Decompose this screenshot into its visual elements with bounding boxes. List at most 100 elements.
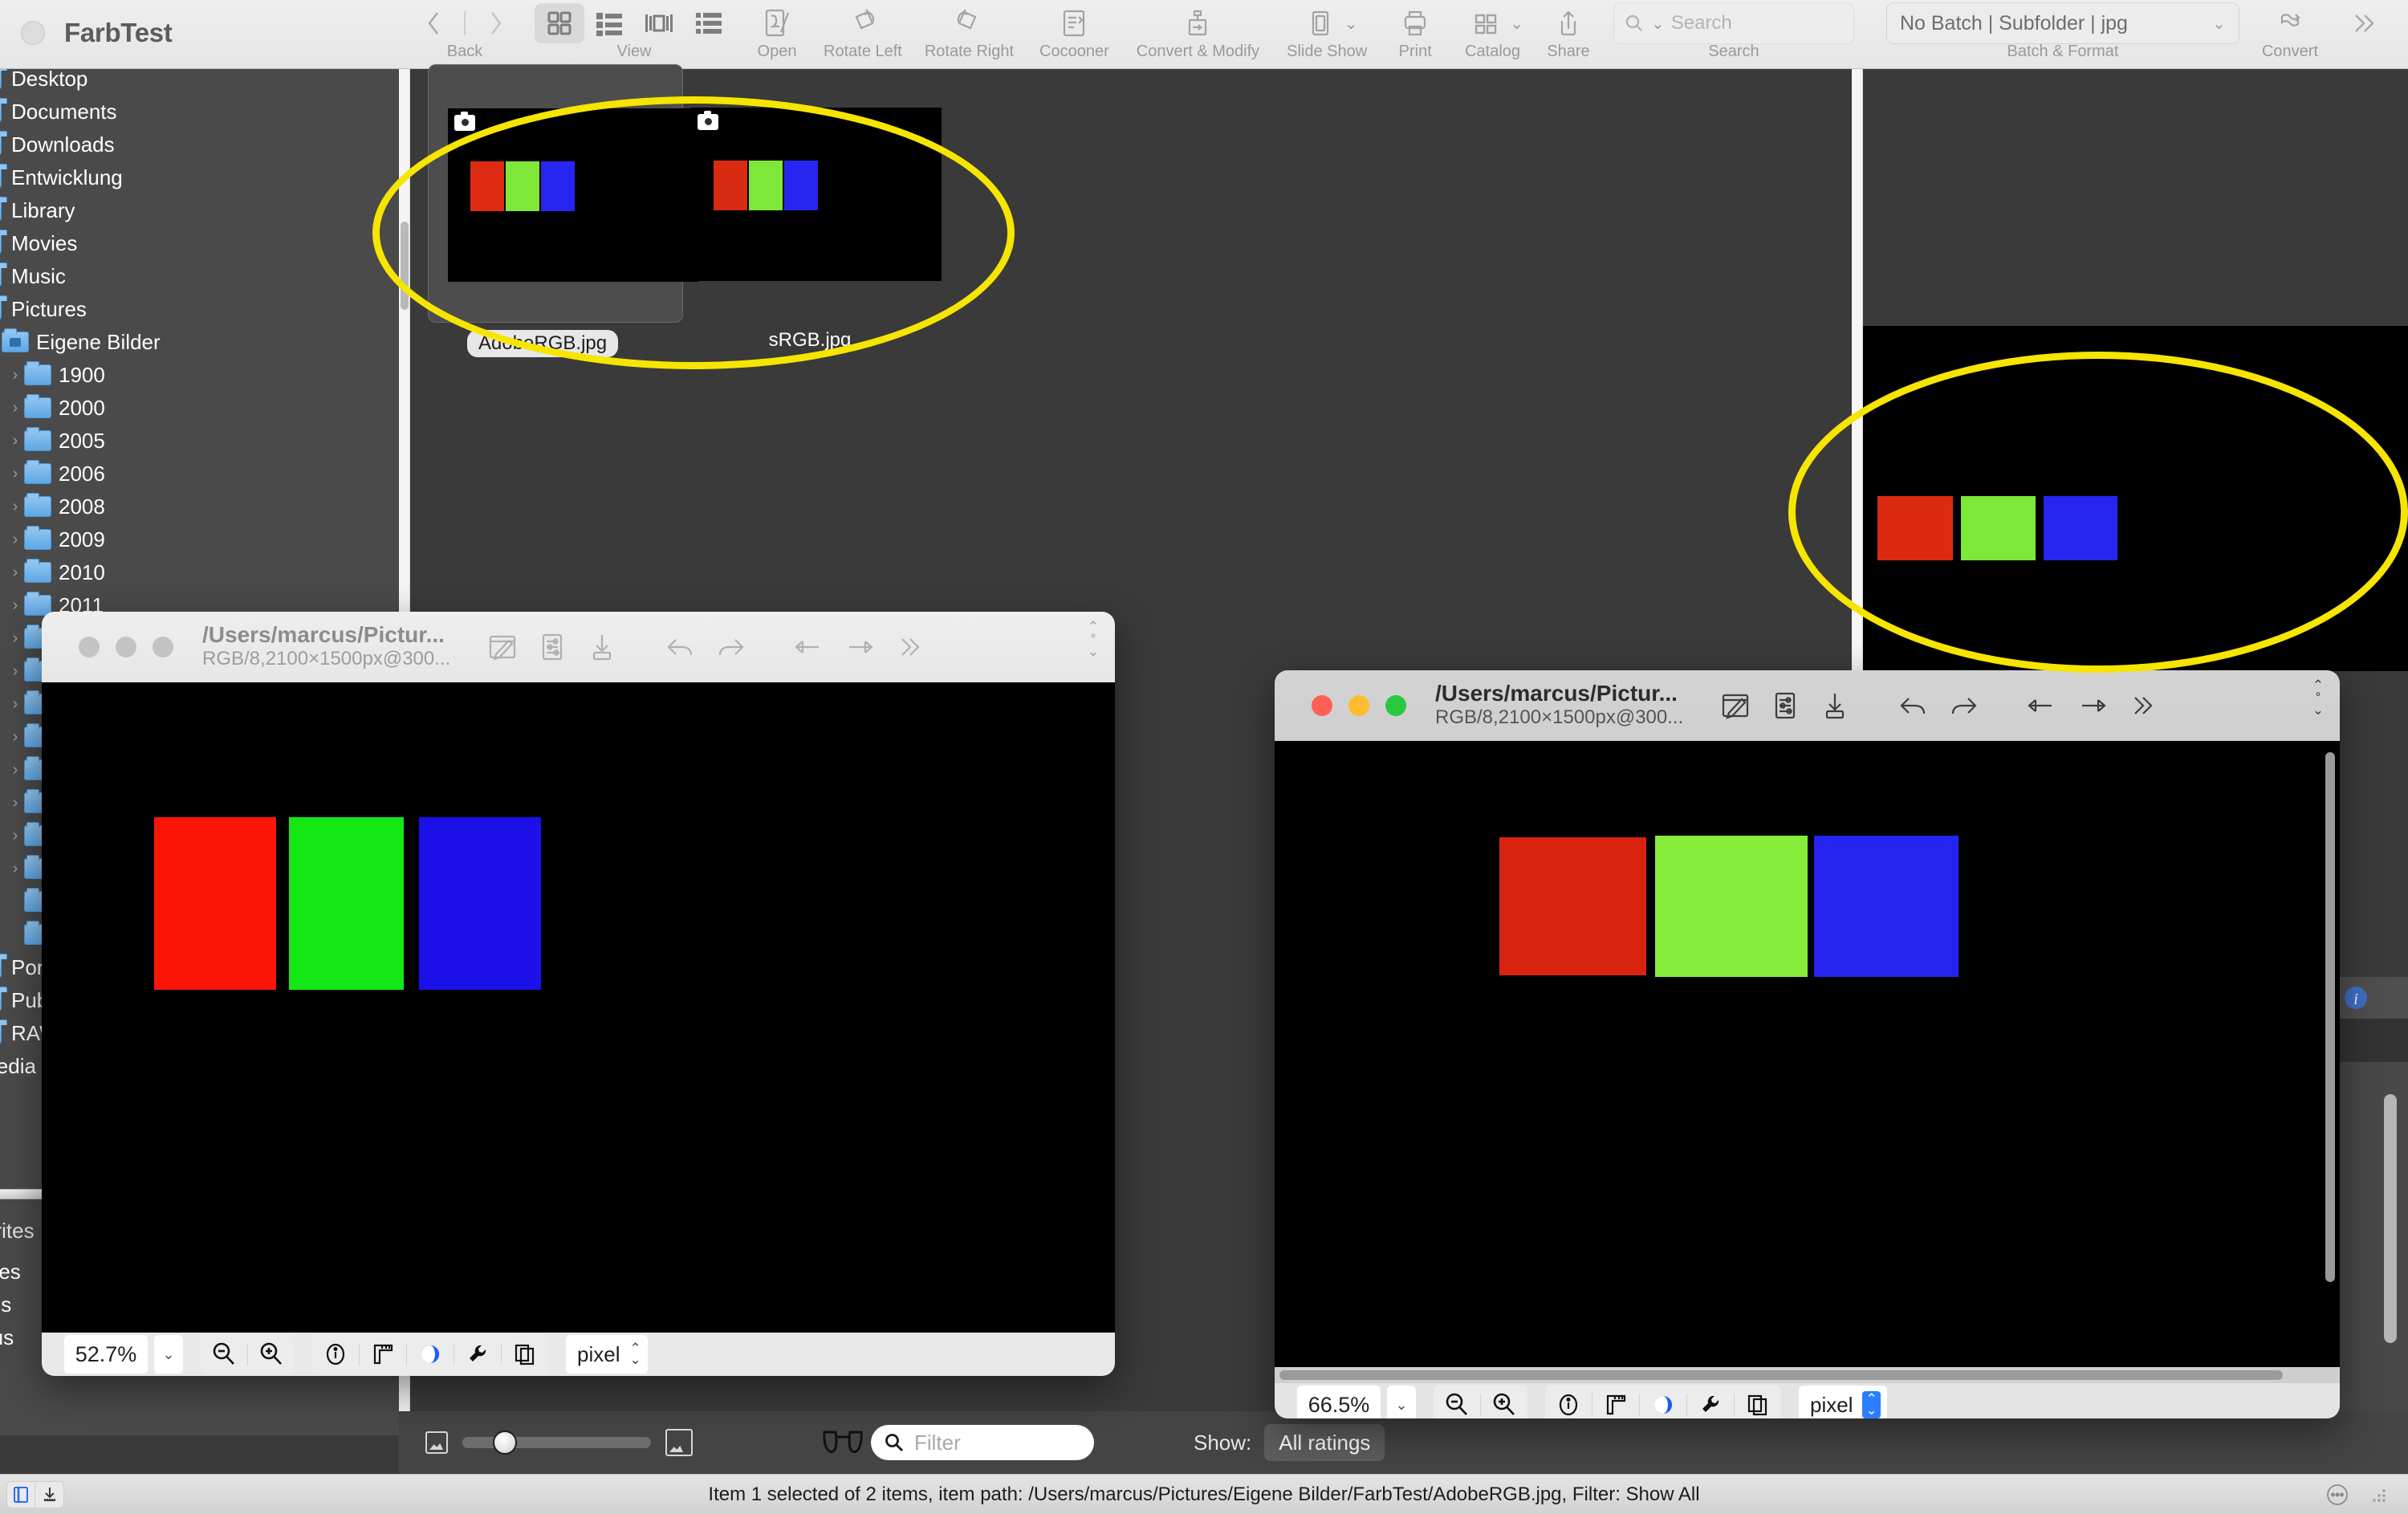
print-button[interactable] [1391,0,1439,47]
disclosure-triangle-icon[interactable]: › [6,498,24,516]
duplicate-icon[interactable] [502,1334,548,1374]
open-button[interactable] [753,0,801,47]
info-icon[interactable] [1545,1385,1592,1418]
disclosure-triangle-icon[interactable]: › [6,432,24,450]
sidebar-item-music[interactable]: Music [0,260,66,292]
sidebar-item-2010[interactable]: › 2010 [5,556,105,588]
thumbnail-image[interactable] [691,108,942,281]
large-thumbnail-icon[interactable] [665,1429,693,1456]
sidebar-favorite-item[interactable]: tures [0,1256,21,1288]
sidebar-item-documents[interactable]: Documents [0,96,117,128]
disclosure-triangle-icon[interactable]: › [6,827,24,845]
zoom-presets-chevron-down-icon[interactable]: ⌄ [154,1335,183,1374]
window-control-dot[interactable] [21,21,45,45]
image-canvas[interactable] [42,682,1115,1333]
slide-show-button[interactable] [1296,0,1344,47]
undo-icon[interactable] [656,622,706,672]
wrench-icon[interactable] [454,1334,501,1374]
resize-grip-icon[interactable] [2368,1484,2389,1505]
rotate-right-button[interactable] [945,0,993,47]
ruler-icon[interactable] [360,1334,406,1374]
nav-forward-button[interactable] [472,0,520,47]
nav-back-button[interactable] [409,0,458,47]
sidebar-item-entwicklung[interactable]: Entwicklung [0,161,123,193]
thumbnail-image[interactable] [448,108,698,282]
redo-icon[interactable] [1938,681,1988,731]
next-image-icon[interactable] [2067,681,2117,731]
window-title-bar[interactable]: /Users/marcus/Pictur... RGB/8,2100×1500p… [42,612,1115,682]
search-input[interactable]: ⌄ Search [1613,2,1854,44]
unit-stepper-icon[interactable]: ⌃ ⌄ [1862,1390,1881,1418]
stepper-down-icon[interactable]: ⌄ [2312,702,2324,716]
next-image-icon[interactable] [834,622,884,672]
view-filmstrip-button[interactable] [634,3,684,43]
unit-select[interactable]: pixel ⌃ ⌄ [566,1335,648,1374]
edit-image-icon[interactable] [478,622,527,672]
filter-input[interactable]: Filter [871,1425,1094,1460]
window-title-bar[interactable]: /Users/marcus/Pictur... RGB/8,2100×1500p… [1275,670,2340,741]
sidebar-item-pictures[interactable]: Pictures [0,293,87,325]
canvas-horizontal-scrollbar[interactable] [1275,1367,2340,1383]
canvas-hscroll-thumb[interactable] [1279,1370,2283,1380]
zoom-out-icon[interactable] [1434,1385,1480,1418]
edit-image-icon[interactable] [1710,681,1760,731]
maximize-button[interactable] [1385,695,1406,716]
catalog-chevron-down-icon[interactable]: ⌄ [1510,14,1523,34]
previous-image-icon[interactable] [2017,681,2067,731]
disclosure-triangle-icon[interactable]: › [6,761,24,779]
sidebar-item-2005[interactable]: › 2005 [5,425,105,457]
small-thumbnail-icon[interactable] [425,1431,448,1454]
glasses-icon[interactable] [821,1429,864,1456]
sidebar-item-downloads[interactable]: Downloads [0,128,115,161]
image-viewer-window-back[interactable]: /Users/marcus/Pictur... RGB/8,2100×1500p… [42,612,1115,1376]
disclosure-triangle-icon[interactable]: › [6,465,24,483]
convert-button[interactable] [2266,0,2314,47]
window-size-stepper[interactable]: ⌃ ° ⌄ [1083,620,1104,658]
batch-format-chevron-down-icon[interactable]: ⌄ [2212,14,2226,34]
minimize-button[interactable] [116,637,136,657]
sidebar-item-1900[interactable]: › 1900 [5,359,105,391]
undo-icon[interactable] [1889,681,1938,731]
close-button[interactable] [1312,695,1332,716]
disclosure-triangle-icon[interactable]: › [6,629,24,648]
batch-format-select[interactable]: No Batch | Subfolder | jpg ⌄ [1885,2,2239,44]
ratings-filter-button[interactable]: All ratings [1264,1424,1385,1461]
sidebar-item-ledia[interactable]: ledia [0,1050,36,1082]
color-profile-icon[interactable] [1640,1385,1686,1418]
canvas-vscroll-thumb[interactable] [2325,752,2335,1282]
metadata-scrollbar-thumb[interactable] [2384,1094,2397,1343]
save-download-icon[interactable] [1810,681,1860,731]
more-tools-icon[interactable] [884,622,934,672]
unit-stepper-icon[interactable]: ⌃ ⌄ [629,1341,641,1366]
stepper-down-icon[interactable]: ⌄ [1088,644,1099,657]
thumbnail-size-slider-knob[interactable] [493,1431,517,1455]
sidebar-item-library[interactable]: Library [0,194,75,226]
search-chevron-down-icon[interactable]: ⌄ [1651,14,1665,34]
wrench-icon[interactable] [1687,1385,1734,1418]
adjust-settings-icon[interactable] [1760,681,1810,731]
close-button[interactable] [79,637,100,657]
grid-scrollbar-thumb[interactable] [401,222,409,310]
zoom-out-icon[interactable] [201,1334,247,1374]
thumbnail-cell[interactable]: AdobeRGB.jpg [428,64,698,357]
toolbar-overflow-button[interactable] [2339,0,2387,47]
thumbnail-size-slider[interactable] [462,1431,651,1455]
minimize-button[interactable] [1348,695,1369,716]
disclosure-triangle-icon[interactable]: › [6,794,24,812]
canvas-vertical-scrollbar[interactable] [2322,747,2338,1357]
disclosure-triangle-icon[interactable]: › [6,366,24,385]
redo-icon[interactable] [706,622,755,672]
convert-modify-button[interactable] [1173,0,1222,47]
ellipsis-icon[interactable] [2325,1482,2350,1508]
disclosure-triangle-icon[interactable]: › [6,399,24,417]
disclosure-triangle-icon[interactable]: › [6,860,24,878]
image-viewer-window-front[interactable]: /Users/marcus/Pictur... RGB/8,2100×1500p… [1275,670,2340,1418]
share-button[interactable] [1544,0,1592,47]
ruler-icon[interactable] [1592,1385,1639,1418]
info-icon[interactable] [312,1334,359,1374]
sidebar-item-por[interactable]: Por [0,951,43,983]
catalog-button[interactable] [1462,0,1510,47]
sidebar-item-2008[interactable]: › 2008 [5,490,105,523]
duplicate-icon[interactable] [1735,1385,1781,1418]
view-list-button[interactable] [584,3,634,43]
